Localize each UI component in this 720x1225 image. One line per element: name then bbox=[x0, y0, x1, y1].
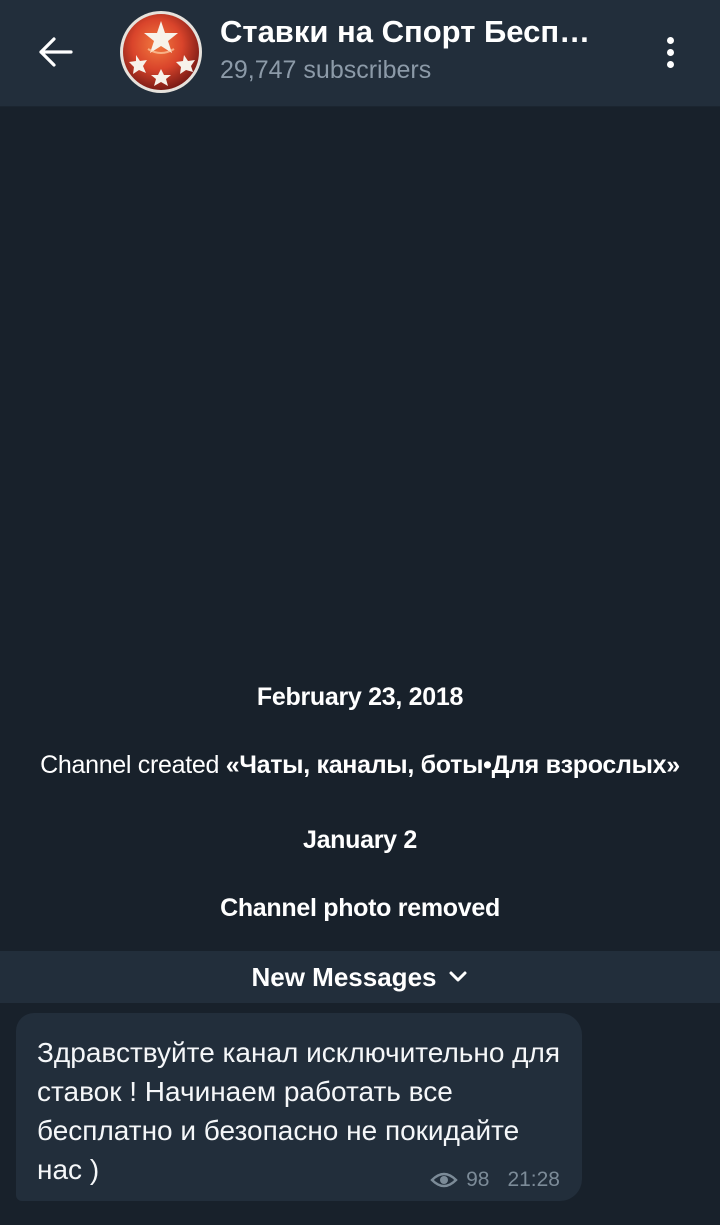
service-message-text: Channel created bbox=[40, 751, 226, 779]
more-vertical-icon-dot bbox=[666, 60, 674, 68]
more-vertical-icon-dot bbox=[666, 48, 674, 56]
chevron-down-icon bbox=[449, 971, 467, 982]
new-messages-button[interactable]: New Messages bbox=[0, 951, 720, 1003]
service-message-channel-created: Channel created «Чаты, каналы, боты•Для … bbox=[0, 751, 720, 780]
message-text: Здравствуйте канал исключительно для ста… bbox=[37, 1037, 561, 1185]
date-separator: February 23, 2018 bbox=[256, 683, 464, 711]
channel-avatar[interactable] bbox=[120, 11, 202, 93]
soccer-ball-icon bbox=[120, 11, 202, 93]
message-time: 21:28 bbox=[507, 1168, 560, 1191]
message-bubble[interactable]: Здравствуйте канал исключительно для ста… bbox=[16, 1013, 582, 1201]
subscriber-count: 29,747 subscribers bbox=[220, 56, 432, 84]
chat-header: Ставки на Спорт Бесп… 29,747 subscribers bbox=[0, 0, 720, 107]
more-options-button[interactable] bbox=[650, 30, 690, 74]
back-button[interactable] bbox=[26, 26, 84, 78]
new-messages-label: New Messages bbox=[251, 961, 437, 992]
eye-icon bbox=[430, 1172, 458, 1188]
more-vertical-icon-dot bbox=[666, 36, 674, 44]
channel-title[interactable]: Ставки на Спорт Бесп… bbox=[220, 14, 640, 50]
telegram-channel-screen: Ставки на Спорт Бесп… 29,747 subscribers… bbox=[0, 0, 720, 1225]
view-count: 98 bbox=[466, 1168, 490, 1191]
channel-original-name: «Чаты, каналы, боты•Для взрослых» bbox=[225, 751, 680, 779]
date-separator: January 2 bbox=[302, 826, 418, 854]
arrow-left-icon bbox=[39, 37, 73, 67]
service-message-photo-removed: Channel photo removed bbox=[220, 894, 500, 922]
message-meta: 98 21:28 bbox=[430, 1168, 560, 1192]
